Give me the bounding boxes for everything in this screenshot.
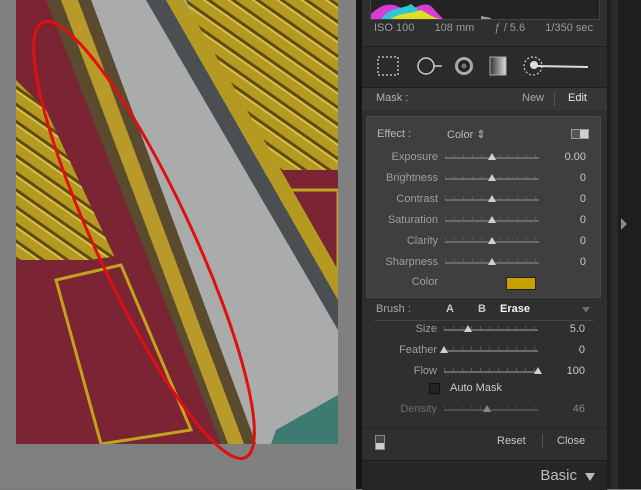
brush-erase-button[interactable]: Erase [500,303,530,315]
slider-thumb[interactable] [488,258,496,265]
effect-panel-toggle[interactable] [571,129,589,139]
red-eye-icon[interactable] [452,55,476,77]
slider-label: Brightness [386,172,438,184]
slider-value[interactable]: 0 [580,256,586,268]
color-swatch[interactable] [506,277,536,290]
focal-length-value: 108 mm [434,22,475,34]
adjustment-brush-icon[interactable] [522,55,592,77]
mask-separator [554,92,555,106]
brush-label: Brush : [376,303,411,315]
slider-thumb[interactable] [440,346,448,353]
develop-panel: ISO 100 108 mm ƒ / 5.6 1/350 sec Mask : [362,0,607,490]
effect-preset-dropdown[interactable]: Color ⇕ [447,128,486,141]
slider-value[interactable]: 46 [573,403,585,415]
slider-thumb[interactable] [488,174,496,181]
slider-label: Exposure [391,151,438,163]
automask-label[interactable]: Auto Mask [450,382,502,394]
slider-value[interactable]: 0 [580,235,586,247]
color-row: Color [367,274,600,292]
slider-row-sharpness: Sharpness 0 [367,254,600,272]
slider-thumb[interactable] [488,195,496,202]
slider-value[interactable]: 0 [580,193,586,205]
slider-value[interactable]: 0 [579,344,585,356]
slider-thumb[interactable] [488,237,496,244]
slider-value[interactable]: 100 [567,365,585,377]
color-label: Color [411,276,438,288]
histogram[interactable] [370,0,600,20]
close-button[interactable]: Close [557,435,585,447]
automask-checkbox[interactable] [429,383,440,394]
slider-label: Feather [399,344,437,356]
slider-row-contrast: Contrast 0 [367,191,600,209]
slider-label: Contrast [396,193,438,205]
slider-thumb[interactable] [463,325,472,332]
brush-header: Brush : A B Erase [362,300,607,320]
slider-row-saturation: Saturation 0 [367,212,600,230]
histogram-graph [371,0,599,19]
basic-expand-arrow-icon[interactable] [585,473,595,481]
iso-value: ISO 100 [374,22,415,34]
basic-section-header[interactable]: Basic [362,460,607,490]
brush-a-button[interactable]: A [446,303,454,315]
slider-label: Flow [413,365,437,377]
slider-value[interactable]: 0 [580,214,586,226]
slider-row-flow: Flow 100 [366,363,599,381]
brush-menu-arrow-icon[interactable] [582,307,590,313]
spot-removal-icon[interactable] [414,55,444,77]
panel-scrollbar[interactable] [611,0,618,489]
slider-thumb[interactable] [488,216,496,223]
mask-footer: Reset Close [362,428,607,453]
slider-track[interactable] [444,329,538,331]
slider-row-brightness: Brightness 0 [367,170,600,188]
brush-b-button[interactable]: B [478,303,486,315]
slider-row-density: Density 46 [366,401,599,419]
mask-label: Mask : [376,92,409,104]
slider-row-feather: Feather 0 [366,342,599,360]
mask-new-button[interactable]: New [522,92,544,104]
slider-label: Saturation [387,214,438,226]
slider-value[interactable]: 5.0 [570,323,585,335]
slider-track[interactable] [444,371,538,373]
slider-label: Sharpness [385,256,438,268]
building-photo [16,0,338,444]
graduated-filter-icon[interactable] [486,55,510,77]
effect-label: Effect : [377,128,412,140]
slider-value[interactable]: 0.00 [565,151,586,163]
slider-row-size: Size 5.0 [366,321,599,339]
mask-edit-button[interactable]: Edit [568,92,587,104]
crop-overlay-icon[interactable] [376,55,400,77]
shutter-speed-value: 1/350 sec [545,22,593,34]
footer-separator [542,434,543,448]
slider-thumb[interactable] [488,153,496,160]
panel-switch-icon[interactable] [375,435,385,450]
slider-row-clarity: Clarity 0 [367,233,600,251]
effect-panel: Effect : Color ⇕ Exposure 0.00 Brightness 0… [366,116,601,298]
slider-row-exposure: Exposure 0.00 [367,149,600,167]
slider-label: Density [400,403,437,415]
slider-label: Clarity [406,235,438,247]
automask-row: Auto Mask [362,380,607,398]
photo-canvas-area[interactable] [0,0,358,489]
slider-value[interactable]: 0 [580,172,586,184]
reset-button[interactable]: Reset [497,435,526,447]
basic-section-label[interactable]: Basic [540,467,577,484]
aperture-value: ƒ / 5.6 [494,22,526,34]
slider-track[interactable] [444,350,538,352]
slider-thumb[interactable] [483,405,492,412]
tool-strip [362,46,607,88]
slider-thumb[interactable] [534,367,542,374]
exif-info: ISO 100 108 mm ƒ / 5.6 1/350 sec [362,22,607,40]
mask-header: Mask : New Edit [362,88,607,110]
photo-preview[interactable] [16,0,338,444]
slider-label: Size [415,323,437,335]
collapse-right-panel-icon[interactable] [621,218,627,230]
